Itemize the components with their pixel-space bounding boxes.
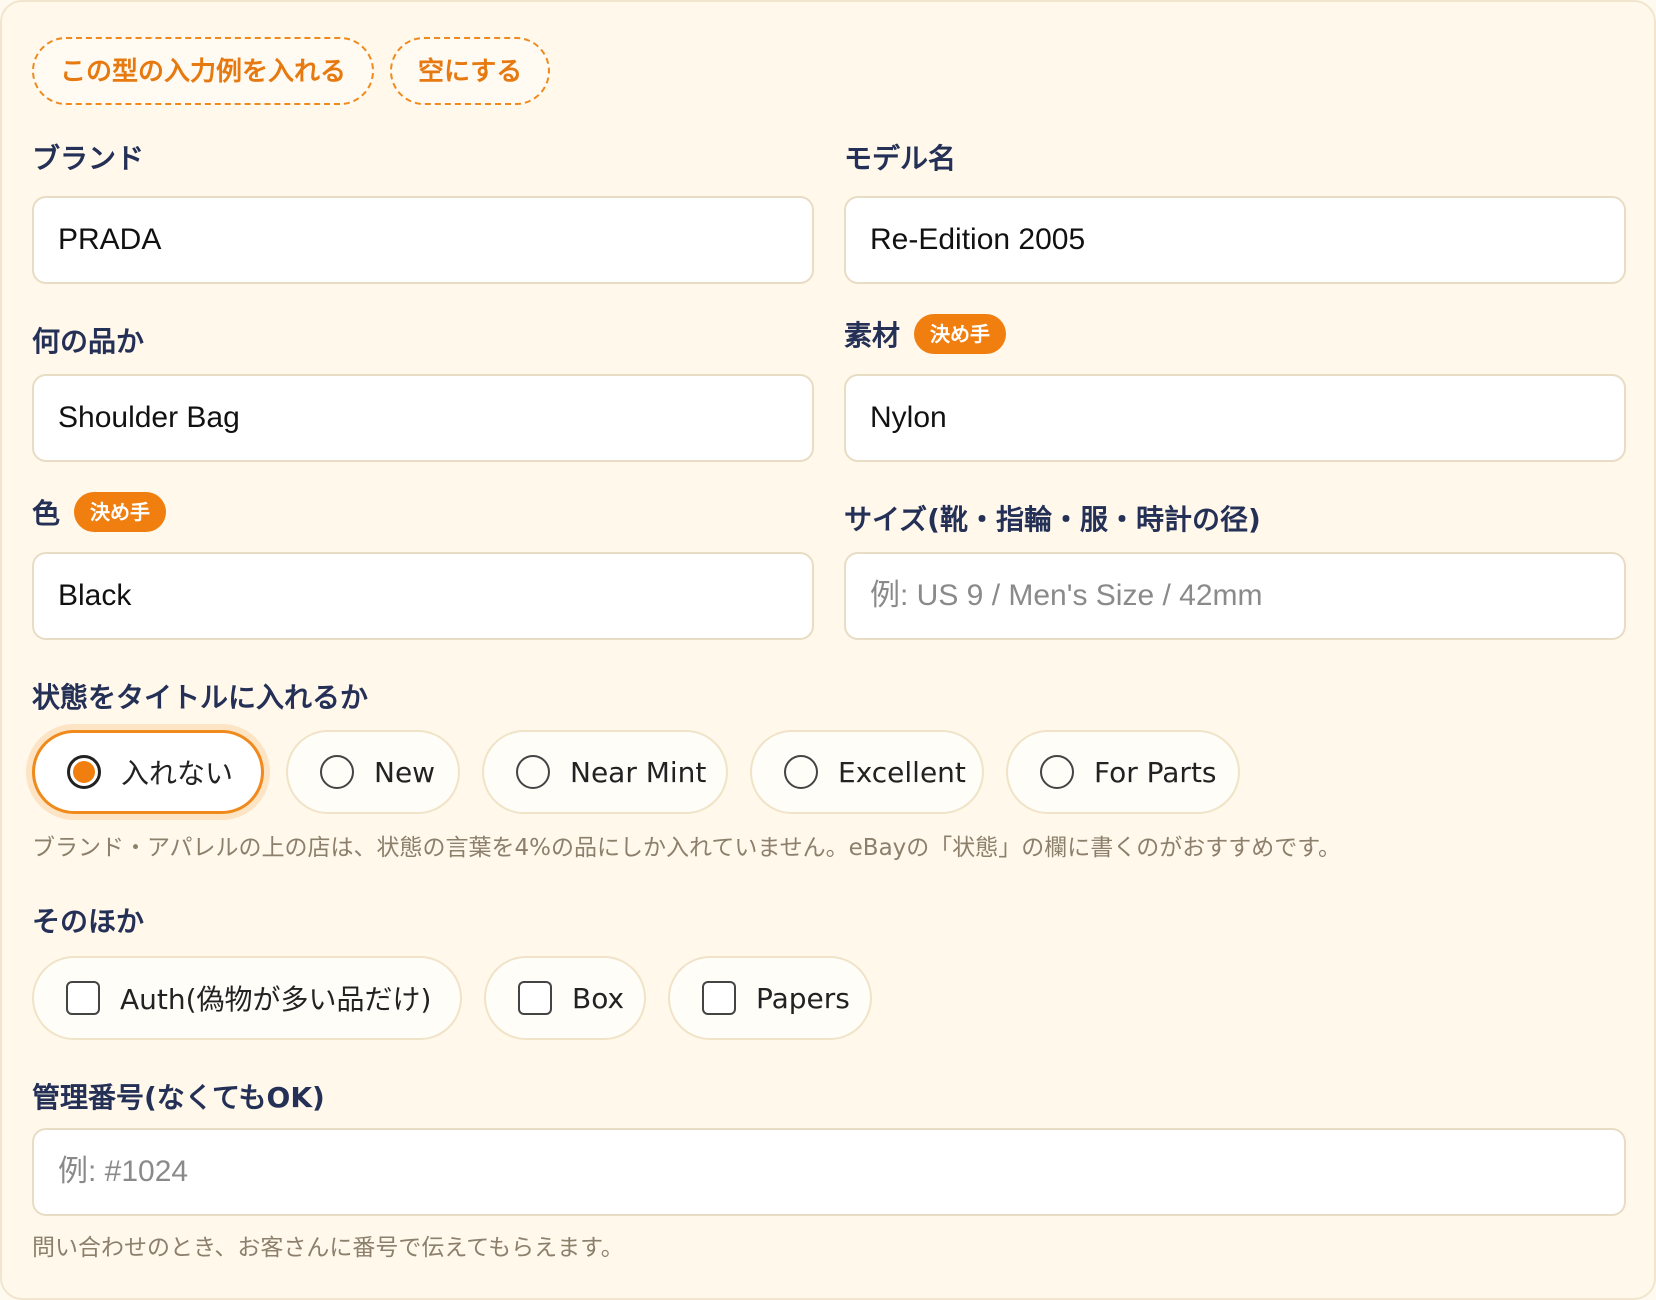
color-label: 色 決め手 <box>32 492 167 532</box>
radio-selected-icon <box>67 755 101 789</box>
material-label-text: 素材 <box>844 319 901 352</box>
brand-label: ブランド <box>32 137 144 177</box>
extras-label-text: そのほか <box>32 905 145 938</box>
condition-option-label: New <box>374 755 436 789</box>
extra-option-label: Auth(偽物が多い品だけ) <box>120 983 432 1016</box>
condition-option-near-mint[interactable]: Near Mint <box>482 730 728 814</box>
condition-option-label: For Parts <box>1094 755 1217 789</box>
model-label-text: モデル名 <box>844 142 957 175</box>
manage-no-input[interactable] <box>32 1128 1626 1216</box>
checkbox-icon <box>66 981 100 1015</box>
manage-no-label: 管理番号(なくてもOK) <box>32 1076 325 1116</box>
model-label: モデル名 <box>844 137 956 177</box>
top-actions: この型の入力例を入れる 空にする <box>32 37 551 105</box>
condition-option-none[interactable]: 入れない <box>32 730 264 814</box>
brand-input[interactable] <box>32 196 814 284</box>
manage-no-label-text: 管理番号(なくてもOK) <box>32 1081 325 1114</box>
extras-label: そのほか <box>32 900 144 940</box>
item-input[interactable] <box>32 374 814 462</box>
radio-icon <box>516 755 550 789</box>
radio-icon <box>320 755 354 789</box>
condition-option-new[interactable]: New <box>286 730 460 814</box>
condition-option-label: Near Mint <box>570 755 707 789</box>
extra-option-papers[interactable]: Papers <box>668 956 872 1040</box>
checkbox-icon <box>702 981 736 1015</box>
size-input[interactable] <box>844 552 1626 640</box>
size-label-text: サイズ(靴・指輪・服・時計の径) <box>844 503 1261 536</box>
model-input[interactable] <box>844 196 1626 284</box>
extra-option-auth[interactable]: Auth(偽物が多い品だけ) <box>32 956 462 1040</box>
condition-option-label: 入れない <box>121 757 234 790</box>
extra-option-label: Papers <box>756 981 850 1015</box>
radio-icon <box>784 755 818 789</box>
extra-option-label: Box <box>572 981 625 1015</box>
material-label: 素材 決め手 <box>844 314 1007 354</box>
material-key-badge: 決め手 <box>914 314 1007 354</box>
color-label-text: 色 <box>32 497 61 530</box>
extras-options: Auth(偽物が多い品だけ) Box Papers <box>32 956 872 1040</box>
fill-example-button[interactable]: この型の入力例を入れる <box>32 37 375 105</box>
condition-label-text: 状態をタイトルに入れるか <box>32 681 369 714</box>
clear-button[interactable]: 空にする <box>390 37 551 105</box>
condition-option-for-parts[interactable]: For Parts <box>1006 730 1240 814</box>
color-key-badge: 決め手 <box>74 492 167 532</box>
brand-label-text: ブランド <box>32 142 145 175</box>
listing-form-panel: この型の入力例を入れる 空にする ブランド モデル名 何の品か 素材 決め手 色… <box>0 0 1656 1300</box>
item-label: 何の品か <box>32 320 144 360</box>
radio-icon <box>1040 755 1074 789</box>
condition-option-label: Excellent <box>838 755 966 789</box>
extra-option-box[interactable]: Box <box>484 956 646 1040</box>
condition-options: 入れない New Near Mint Excellent For Parts <box>32 730 1240 814</box>
condition-label: 状態をタイトルに入れるか <box>32 676 368 716</box>
item-label-text: 何の品か <box>32 325 145 358</box>
condition-option-excellent[interactable]: Excellent <box>750 730 984 814</box>
manage-no-hint: 問い合わせのとき、お客さんに番号で伝えてもらえます。 <box>32 1235 624 1261</box>
material-input[interactable] <box>844 374 1626 462</box>
condition-hint: ブランド・アパレルの上の店は、状態の言葉を4%の品にしか入れていません。eBay… <box>32 835 1341 861</box>
color-input[interactable] <box>32 552 814 640</box>
size-label: サイズ(靴・指輪・服・時計の径) <box>844 498 1261 538</box>
checkbox-icon <box>518 981 552 1015</box>
